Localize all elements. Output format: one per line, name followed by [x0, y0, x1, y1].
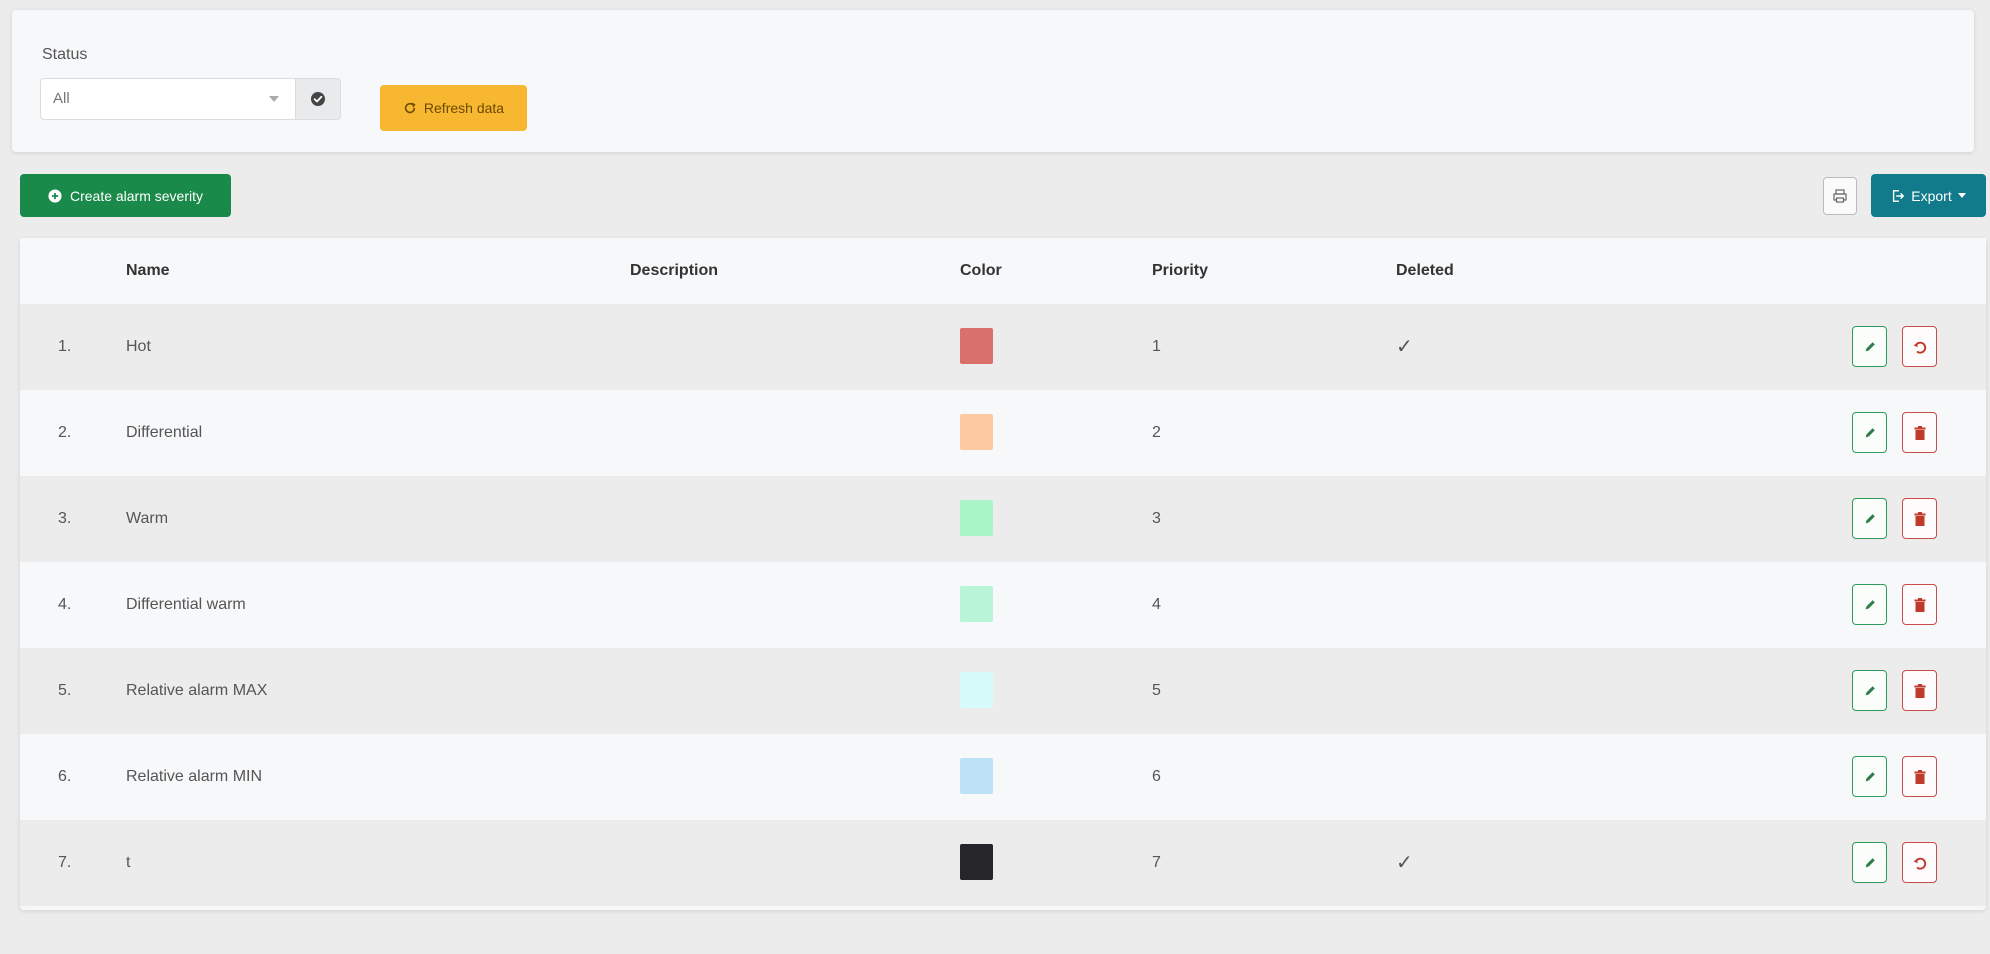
row-name: Differential warm — [126, 596, 246, 613]
trash-icon — [1914, 683, 1925, 698]
chevron-down-icon — [269, 96, 279, 102]
column-header-description[interactable]: Description — [630, 262, 718, 280]
filter-card: Status All Refresh data — [12, 10, 1974, 152]
color-swatch — [960, 500, 993, 536]
row-index: 7. — [58, 854, 72, 871]
status-select-value: All — [53, 90, 70, 107]
deleted-check: ✓ — [1396, 852, 1413, 874]
color-swatch — [960, 672, 993, 708]
color-swatch — [960, 328, 993, 364]
row-priority: 6 — [1152, 768, 1161, 785]
row-priority: 3 — [1152, 510, 1161, 527]
color-swatch — [960, 758, 993, 794]
row-index: 2. — [58, 424, 72, 441]
edit-button[interactable] — [1852, 842, 1887, 883]
table-row: 6. Relative alarm MIN 6 — [20, 734, 1986, 820]
row-name: Relative alarm MIN — [126, 768, 263, 785]
print-icon — [1833, 189, 1847, 203]
row-index: 3. — [58, 510, 72, 527]
delete-button[interactable] — [1902, 498, 1937, 539]
undo-icon — [1913, 341, 1926, 354]
column-header-deleted[interactable]: Deleted — [1396, 262, 1454, 280]
export-icon — [1893, 189, 1905, 202]
deleted-check: ✓ — [1396, 336, 1413, 358]
table-row: 4. Differential warm 4 — [20, 562, 1986, 648]
delete-button[interactable] — [1902, 584, 1937, 625]
table-row: 3. Warm 3 — [20, 476, 1986, 562]
pencil-icon — [1865, 513, 1875, 523]
status-addon[interactable] — [295, 78, 341, 120]
column-header-priority[interactable]: Priority — [1152, 262, 1208, 280]
export-button[interactable]: Export — [1871, 174, 1986, 217]
row-name: Relative alarm MAX — [126, 682, 268, 699]
pencil-icon — [1865, 427, 1875, 437]
row-index: 5. — [58, 682, 72, 699]
alarm-severity-table: Name Description Color Priority Deleted … — [20, 238, 1986, 910]
delete-button[interactable] — [1902, 756, 1937, 797]
refresh-data-label: Refresh data — [423, 100, 505, 116]
column-header-color[interactable]: Color — [960, 262, 1002, 280]
row-name: Warm — [126, 510, 169, 527]
trash-icon — [1914, 425, 1925, 440]
row-priority: 7 — [1152, 854, 1161, 871]
edit-button[interactable] — [1852, 498, 1887, 539]
pencil-icon — [1865, 685, 1875, 695]
create-alarm-severity-label: Create alarm severity — [69, 187, 204, 204]
edit-button[interactable] — [1852, 412, 1887, 453]
edit-button[interactable] — [1852, 670, 1887, 711]
pencil-icon — [1865, 341, 1875, 351]
trash-icon — [1914, 511, 1925, 526]
delete-button[interactable] — [1902, 670, 1937, 711]
table-row: 1. Hot 1 ✓ — [20, 304, 1986, 390]
row-index: 4. — [58, 596, 72, 613]
color-swatch — [960, 586, 993, 622]
color-swatch — [960, 414, 993, 450]
color-swatch — [960, 844, 993, 880]
restore-button[interactable] — [1902, 326, 1937, 367]
status-label: Status — [42, 46, 88, 63]
column-header-name[interactable]: Name — [126, 262, 170, 280]
status-select[interactable]: All — [40, 78, 295, 120]
table-row: 5. Relative alarm MAX 5 — [20, 648, 1986, 734]
row-priority: 5 — [1152, 682, 1161, 699]
row-name: t — [126, 854, 131, 871]
plus-circle-icon — [48, 188, 62, 203]
table-row: 2. Differential 2 — [20, 390, 1986, 476]
pencil-icon — [1865, 599, 1875, 609]
edit-button[interactable] — [1852, 756, 1887, 797]
row-name: Differential — [126, 424, 203, 441]
row-name: Hot — [126, 338, 151, 355]
pencil-icon — [1865, 857, 1875, 867]
export-label: Export — [1911, 187, 1952, 204]
row-index: 1. — [58, 338, 72, 355]
trash-icon — [1914, 769, 1925, 784]
pencil-icon — [1865, 771, 1875, 781]
refresh-icon — [404, 102, 416, 114]
edit-button[interactable] — [1852, 584, 1887, 625]
undo-icon — [1913, 857, 1926, 870]
row-priority: 1 — [1152, 338, 1161, 355]
edit-button[interactable] — [1852, 326, 1887, 367]
table-header: Name Description Color Priority Deleted — [20, 238, 1986, 304]
table-row: 7. t 7 ✓ — [20, 820, 1986, 906]
row-priority: 2 — [1152, 424, 1161, 441]
delete-button[interactable] — [1902, 412, 1937, 453]
check-circle-icon — [311, 92, 325, 106]
row-priority: 4 — [1152, 596, 1161, 613]
create-alarm-severity-button[interactable]: Create alarm severity — [20, 174, 231, 217]
print-button[interactable] — [1823, 177, 1857, 215]
restore-button[interactable] — [1902, 842, 1937, 883]
caret-down-icon — [1957, 193, 1966, 198]
refresh-data-button[interactable]: Refresh data — [380, 85, 527, 131]
row-index: 6. — [58, 768, 72, 785]
trash-icon — [1914, 597, 1925, 612]
